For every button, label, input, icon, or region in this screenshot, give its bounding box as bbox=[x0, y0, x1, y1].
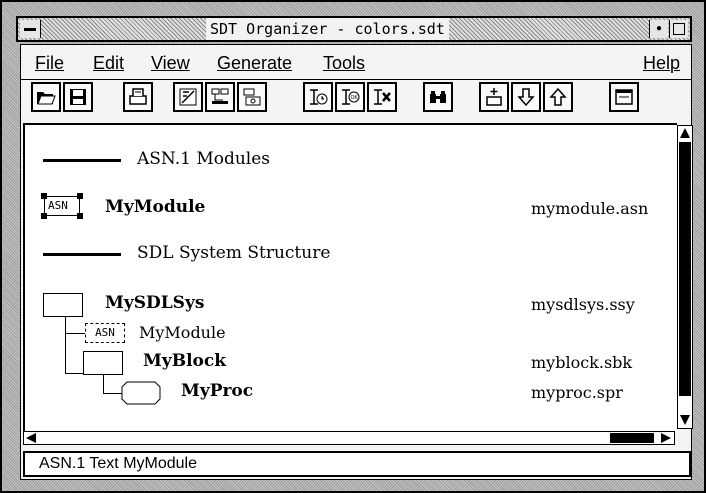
window-menu-button[interactable] bbox=[20, 20, 41, 38]
horizontal-scrollbar[interactable] bbox=[23, 431, 675, 445]
asn-module-icon[interactable]: ASN bbox=[41, 193, 85, 221]
tree-connector bbox=[65, 317, 66, 373]
section-line bbox=[43, 159, 121, 162]
tree-connector bbox=[65, 333, 85, 334]
status-bar: ASN.1 Text MyModule bbox=[23, 451, 691, 477]
module-name[interactable]: MyModule bbox=[105, 197, 205, 217]
asn-badge: ASN bbox=[48, 199, 68, 212]
scroll-left-icon[interactable] bbox=[25, 432, 37, 444]
timer-icon[interactable] bbox=[303, 82, 333, 112]
system-icon[interactable] bbox=[43, 293, 83, 317]
vertical-scroll-thumb[interactable] bbox=[679, 142, 691, 396]
diagram-file-icon[interactable] bbox=[237, 82, 267, 112]
menu-help[interactable]: Help bbox=[643, 53, 680, 74]
menu-edit[interactable]: Edit bbox=[93, 53, 124, 74]
open-folder-icon[interactable] bbox=[31, 82, 61, 112]
save-icon[interactable] bbox=[63, 82, 93, 112]
binoculars-icon[interactable] bbox=[423, 82, 453, 112]
check-ok-icon[interactable]: OK bbox=[335, 82, 365, 112]
sdl-section-heading: SDL System Structure bbox=[137, 243, 331, 263]
section-line bbox=[43, 253, 121, 256]
vertical-scrollbar[interactable] bbox=[677, 125, 693, 429]
process-file: myproc.spr bbox=[531, 383, 623, 402]
module-file: mymodule.asn bbox=[531, 199, 649, 218]
organizer-tree[interactable]: ASN.1 Modules ASN MyModule mymodule.asn … bbox=[23, 123, 677, 431]
horizontal-scroll-thumb[interactable] bbox=[610, 433, 654, 443]
block-file: myblock.sbk bbox=[531, 353, 633, 372]
menu-tools[interactable]: Tools bbox=[323, 53, 365, 74]
scroll-right-icon[interactable] bbox=[660, 432, 672, 444]
arrow-down-icon[interactable] bbox=[511, 82, 541, 112]
block-icon[interactable] bbox=[83, 351, 123, 375]
tree-connector bbox=[65, 373, 83, 374]
organizer-window: SDT Organizer - colors.sdt ● File Edit V… bbox=[0, 0, 706, 493]
scroll-down-icon[interactable] bbox=[679, 414, 691, 426]
add-icon[interactable] bbox=[479, 82, 509, 112]
title-bar[interactable]: SDT Organizer - colors.sdt ● bbox=[16, 16, 692, 42]
menu-bar: File Edit View Generate Tools Help bbox=[21, 45, 691, 80]
window-icon[interactable] bbox=[609, 82, 639, 112]
block-name[interactable]: MyBlock bbox=[143, 351, 226, 371]
system-name[interactable]: MySDLSys bbox=[105, 293, 204, 313]
scroll-up-icon[interactable] bbox=[679, 127, 691, 139]
minimize-button[interactable]: ● bbox=[649, 20, 668, 38]
asn-ref-icon[interactable]: ASN bbox=[85, 323, 125, 343]
arrow-up-icon[interactable] bbox=[543, 82, 573, 112]
main-area: File Edit View Generate Tools Help OK AS… bbox=[20, 44, 693, 480]
diagram-tree-icon[interactable] bbox=[205, 82, 235, 112]
window-title: SDT Organizer - colors.sdt bbox=[206, 18, 449, 40]
edit-diagram-icon[interactable] bbox=[173, 82, 203, 112]
maximize-button[interactable] bbox=[669, 20, 688, 38]
process-name[interactable]: MyProc bbox=[181, 381, 253, 401]
tree-connector bbox=[103, 393, 123, 394]
asn-section-heading: ASN.1 Modules bbox=[137, 149, 271, 169]
system-file: mysdlsys.ssy bbox=[531, 295, 635, 314]
menu-view[interactable]: View bbox=[151, 53, 190, 74]
svg-text:OK: OK bbox=[351, 95, 359, 101]
process-icon[interactable] bbox=[121, 381, 161, 405]
print-icon[interactable] bbox=[123, 82, 153, 112]
menu-file[interactable]: File bbox=[35, 53, 64, 74]
menu-generate[interactable]: Generate bbox=[217, 53, 292, 74]
ref-module-name[interactable]: MyModule bbox=[139, 323, 226, 342]
tree-connector bbox=[103, 375, 104, 393]
delete-diagram-icon[interactable] bbox=[367, 82, 397, 112]
toolbar: OK bbox=[21, 80, 691, 120]
